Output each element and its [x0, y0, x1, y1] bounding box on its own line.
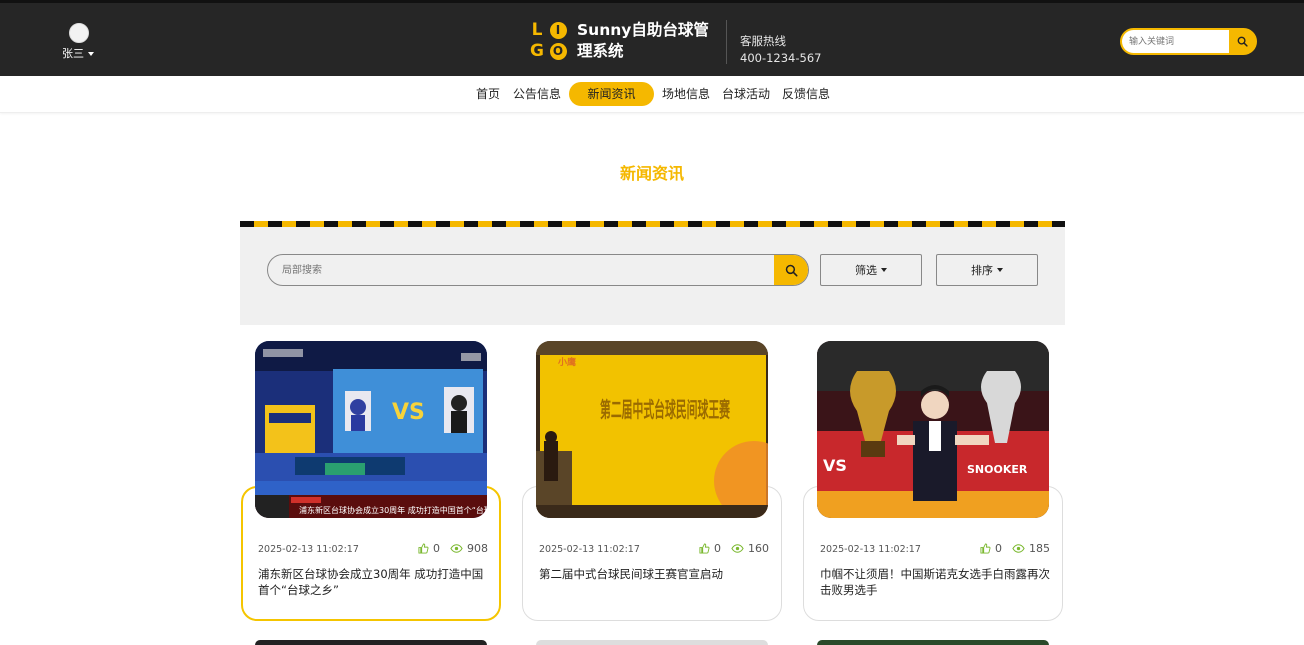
logo-letter-i: I: [549, 21, 567, 39]
search-icon: [1237, 36, 1248, 47]
header-search-button[interactable]: [1229, 30, 1255, 53]
header-search-input[interactable]: [1122, 30, 1229, 53]
nav-announcements[interactable]: 公告信息: [513, 82, 561, 106]
search-icon: [785, 264, 798, 277]
svg-text:小鹰: 小鹰: [557, 356, 576, 368]
news-image-graphic: VS 浦东新区台球协会成立30周年 成功打造中国首个“台球之乡”: [255, 341, 487, 518]
news-image[interactable]: VS 浦东新区台球协会成立30周年 成功打造中国首个“台球之乡”: [255, 341, 487, 518]
like-count: 0: [433, 542, 440, 555]
header-divider: [726, 20, 727, 64]
thumbs-up-icon[interactable]: [699, 543, 710, 554]
page-title: 新闻资讯: [619, 164, 684, 183]
svg-text:VS: VS: [392, 400, 425, 425]
logo-letter-l: L: [531, 20, 543, 40]
brand-title: Sunny自助台球管理系统: [577, 21, 709, 60]
like-count: 0: [995, 542, 1002, 555]
next-row-card-peek: [536, 640, 768, 645]
image-caption: 浦东新区台球协会成立30周年 成功打造中国首个“台球之乡”: [299, 505, 487, 515]
filter-label: 筛选: [855, 264, 877, 277]
logo-letter-g: G: [530, 41, 544, 61]
nav-feedback[interactable]: 反馈信息: [781, 82, 831, 106]
eye-icon: [1012, 544, 1025, 553]
view-count: 160: [748, 542, 769, 555]
hotline-number: 400-1234-567: [740, 51, 822, 65]
caret-down-icon: [997, 268, 1003, 272]
main-nav: 首页 公告信息 新闻资讯 场地信息 台球活动 反馈信息: [0, 76, 1304, 113]
eye-icon: [731, 544, 744, 553]
local-search-input[interactable]: [268, 255, 776, 285]
view-count: 908: [467, 542, 488, 555]
nav-venues[interactable]: 场地信息: [662, 82, 710, 106]
svg-text:VS: VS: [823, 456, 847, 475]
filter-dropdown[interactable]: 筛选: [820, 254, 922, 286]
news-date: 2025-02-13 11:02:17: [539, 544, 640, 555]
user-name-dropdown[interactable]: 张三: [62, 45, 102, 61]
header-search: [1120, 28, 1257, 55]
news-title[interactable]: 浦东新区台球协会成立30周年 成功打造中国首个“台球之乡”: [258, 566, 490, 598]
logo-letter-o: O: [549, 42, 567, 60]
news-image[interactable]: VS SNOOKER: [817, 341, 1049, 518]
news-title[interactable]: 第二届中式台球民间球王赛官宣启动: [539, 566, 771, 582]
card-meta: 2025-02-13 11:02:17 0 160: [539, 542, 769, 556]
news-image-graphic: VS SNOOKER: [817, 341, 1049, 518]
sort-dropdown[interactable]: 排序: [936, 254, 1038, 286]
caret-down-icon: [88, 52, 94, 56]
eye-icon: [450, 544, 463, 553]
nav-news[interactable]: 新闻资讯: [569, 82, 654, 106]
logo: L I G O: [527, 20, 569, 62]
news-date: 2025-02-13 11:02:17: [820, 544, 921, 555]
local-search: [267, 254, 809, 286]
news-card[interactable]: VS SNOOKER 2025-02-13 11:02:17 0 185 巾帼不…: [803, 341, 1063, 621]
view-count: 185: [1029, 542, 1050, 555]
nav-home[interactable]: 首页: [472, 82, 504, 106]
news-date: 2025-02-13 11:02:17: [258, 544, 359, 555]
local-search-button[interactable]: [774, 255, 808, 285]
user-name: 张三: [62, 47, 84, 60]
image-text: 第二届中式台球民间球王赛: [600, 398, 731, 422]
news-title[interactable]: 巾帼不让须眉！中国斯诺克女选手白雨露再次击败男选手: [820, 566, 1052, 598]
next-row-card-peek: [817, 640, 1049, 645]
card-meta: 2025-02-13 11:02:17 0 908: [258, 542, 488, 556]
hotline: 客服热线 400-1234-567: [740, 33, 821, 67]
card-meta: 2025-02-13 11:02:17 0 185: [820, 542, 1050, 556]
user-menu[interactable]: 张三: [62, 23, 102, 61]
svg-text:SNOOKER: SNOOKER: [967, 463, 1028, 476]
next-row-card-peek: [255, 640, 487, 645]
news-image-graphic: 小鹰 第二届中式台球民间球王赛: [536, 341, 768, 518]
nav-activities[interactable]: 台球活动: [721, 82, 771, 106]
news-card[interactable]: 小鹰 第二届中式台球民间球王赛 2025-02-13 11:02:17 0 16…: [522, 341, 782, 621]
news-image[interactable]: 小鹰 第二届中式台球民间球王赛: [536, 341, 768, 518]
like-count: 0: [714, 542, 721, 555]
avatar[interactable]: [69, 23, 89, 43]
thumbs-up-icon[interactable]: [980, 543, 991, 554]
thumbs-up-icon[interactable]: [418, 543, 429, 554]
news-card[interactable]: VS 浦东新区台球协会成立30周年 成功打造中国首个“台球之乡” 2025-02…: [241, 341, 501, 621]
hotline-label: 客服热线: [740, 34, 786, 48]
caret-down-icon: [881, 268, 887, 272]
brand: L I G O Sunny自助台球管理系统: [527, 20, 712, 62]
top-header: 张三 L I G O Sunny自助台球管理系统 客服热线 400-1234-5…: [0, 0, 1304, 76]
sort-label: 排序: [971, 264, 993, 277]
